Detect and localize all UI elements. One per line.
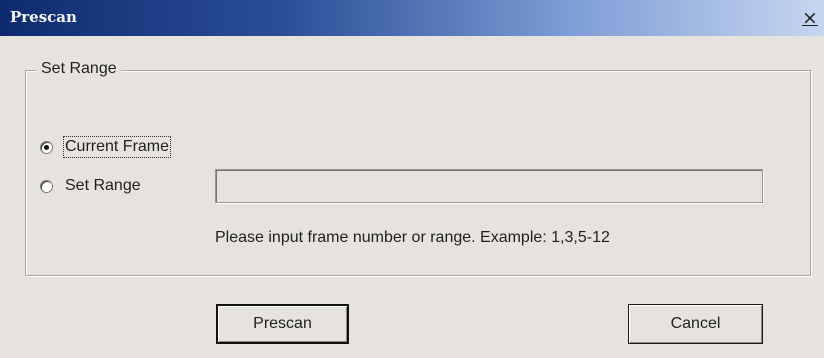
set-range-label[interactable]: Set Range <box>65 177 141 195</box>
range-input[interactable] <box>215 169 763 203</box>
set-range-radio[interactable] <box>40 179 53 193</box>
title-bar[interactable]: Prescan × <box>0 0 824 36</box>
current-frame-option[interactable]: Current Frame <box>40 136 172 158</box>
close-button[interactable]: × <box>800 8 820 28</box>
cancel-button[interactable]: Cancel <box>628 304 763 344</box>
set-range-option[interactable]: Set Range <box>40 177 141 195</box>
range-hint: Please input frame number or range. Exam… <box>215 229 610 246</box>
close-icon: × <box>802 7 818 29</box>
prescan-button[interactable]: Prescan <box>216 304 349 344</box>
groupbox-legend: Set Range <box>37 60 121 78</box>
current-frame-label[interactable]: Current Frame <box>62 136 172 158</box>
window-title: Prescan <box>10 8 77 26</box>
prescan-dialog: Prescan × Set Range Current Frame Set Ra… <box>0 0 824 358</box>
current-frame-radio[interactable] <box>40 140 53 154</box>
